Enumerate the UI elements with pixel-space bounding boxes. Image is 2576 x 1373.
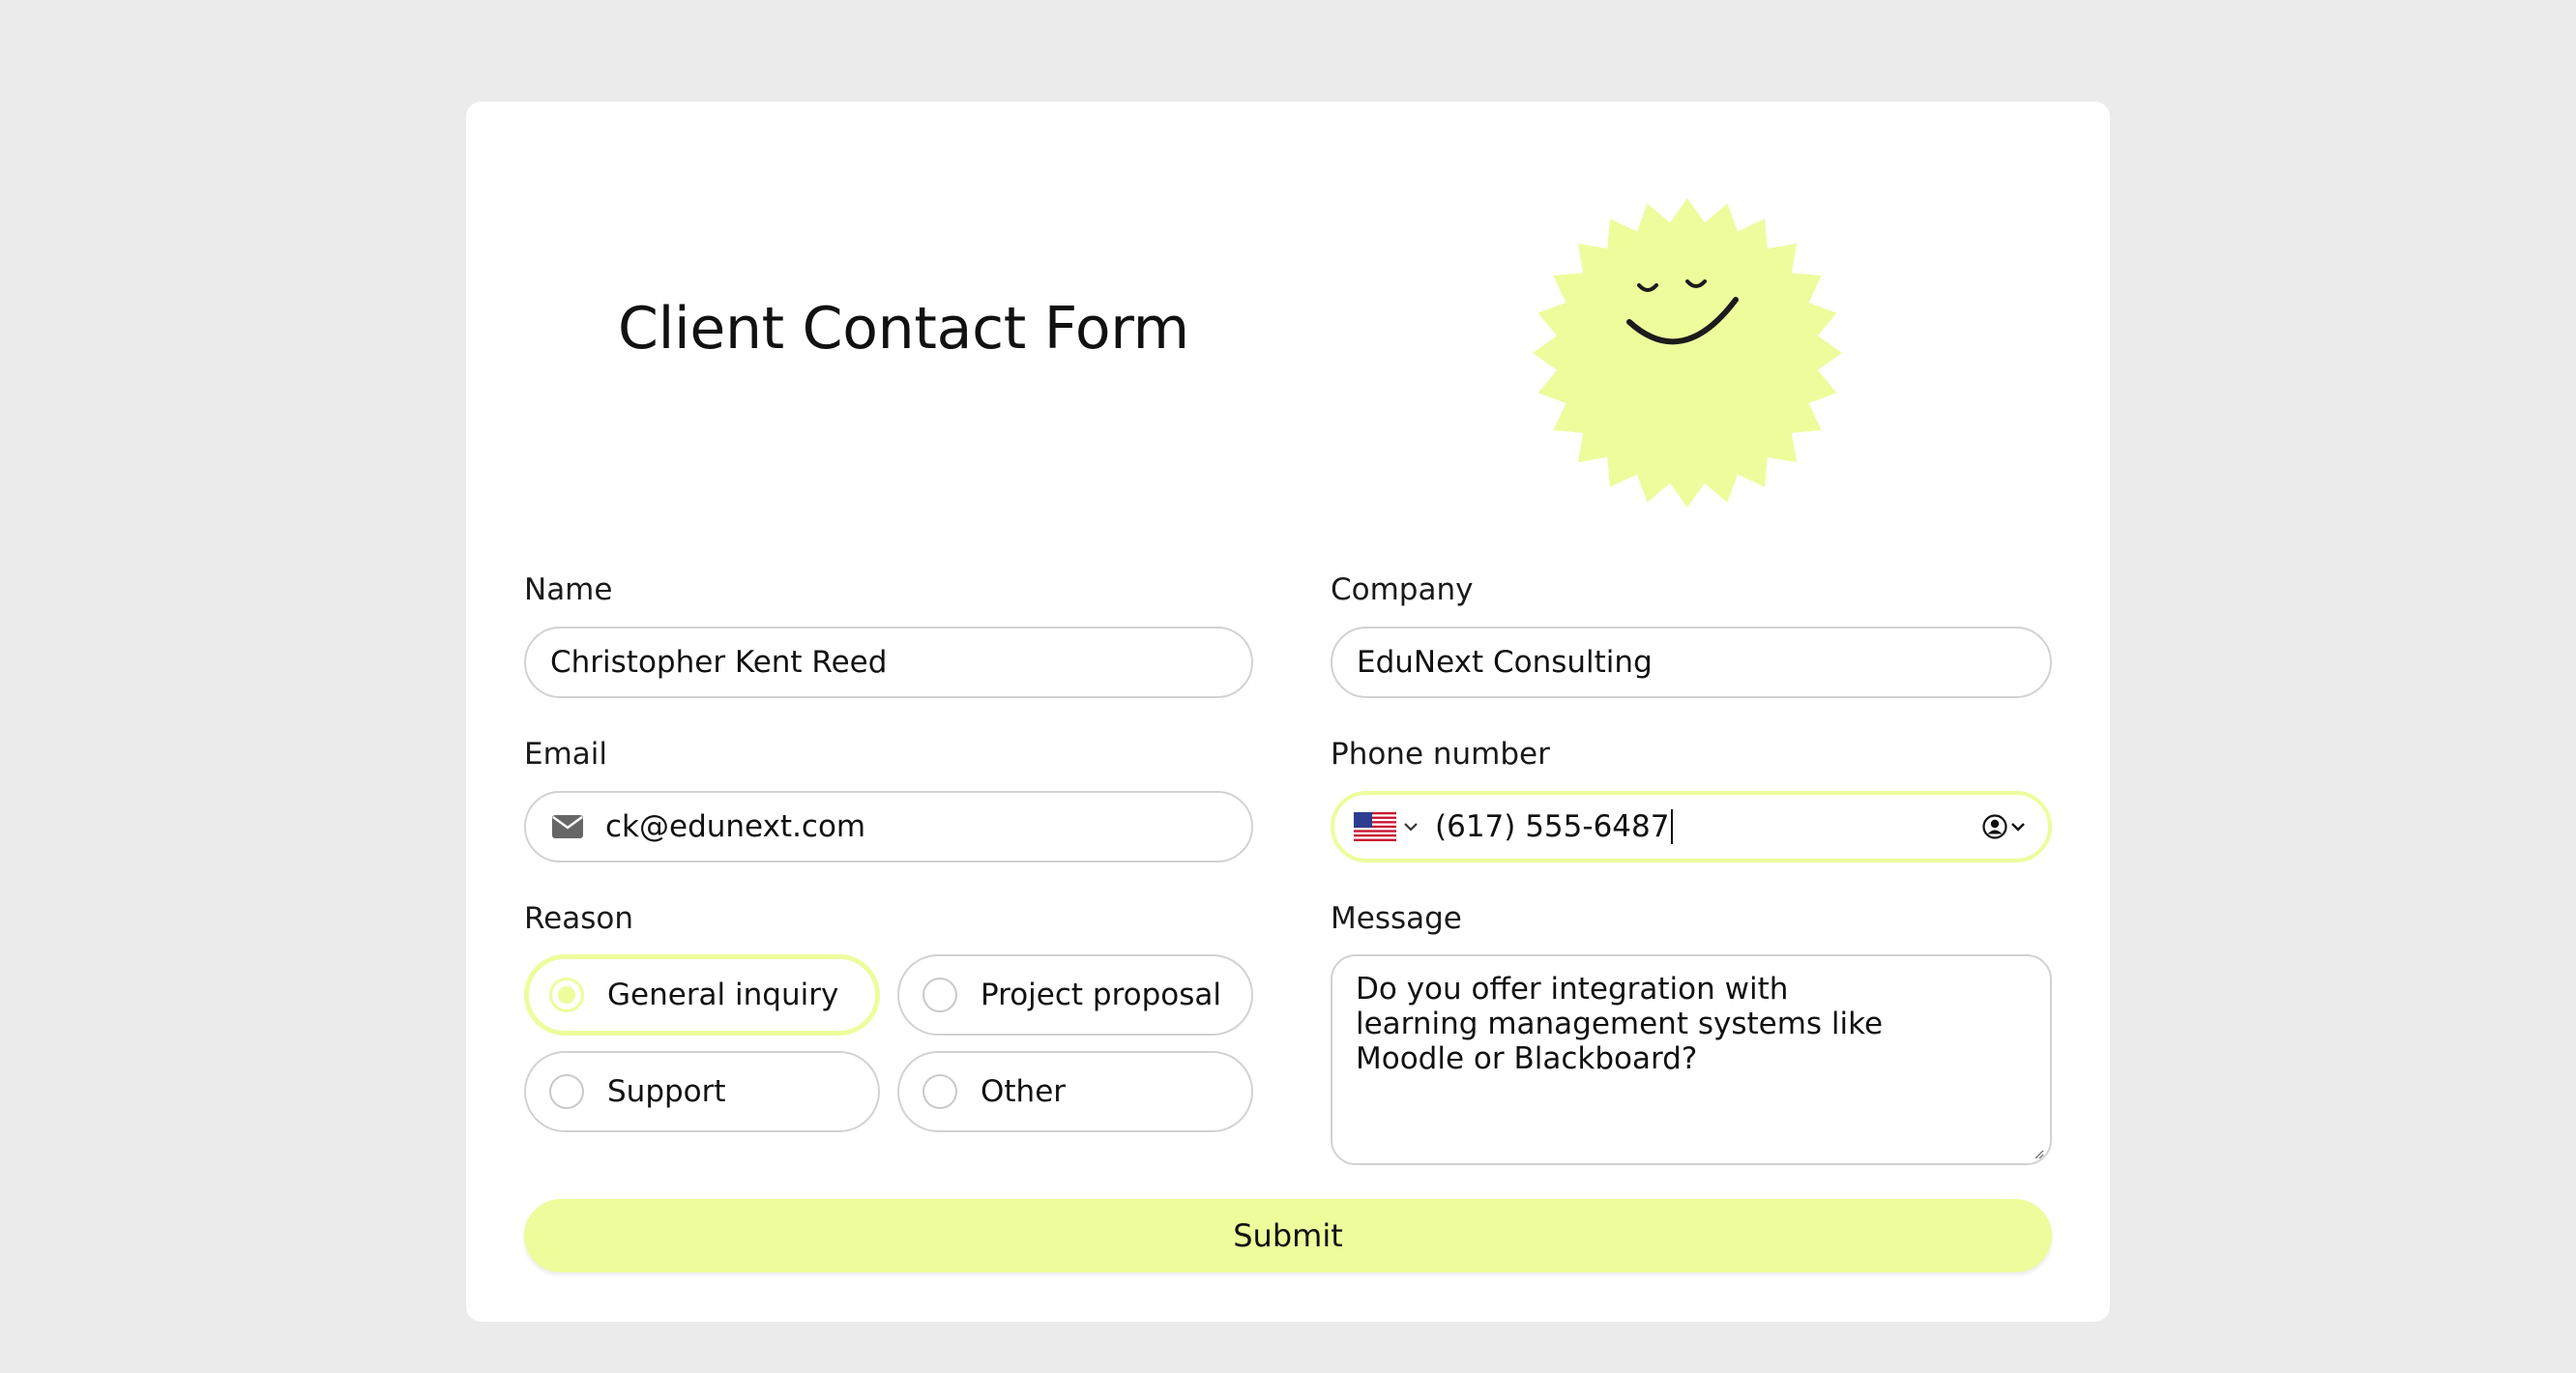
resize-handle-icon[interactable] — [2033, 1148, 2044, 1159]
radio-label: Other — [981, 1074, 1067, 1109]
message-textarea[interactable]: Do you offer integration with learning m… — [1331, 954, 2052, 1165]
envelope-icon — [552, 815, 583, 838]
contact-form-card: Client Contact Form Name Christopher Ken… — [466, 102, 2110, 1322]
smiling-sun-icon — [1533, 198, 1842, 508]
message-label: Message — [1331, 901, 1462, 936]
radio-label: General inquiry — [607, 978, 839, 1012]
phone-value: (617) 555-6487 — [1435, 809, 1670, 844]
company-field[interactable]: EduNext Consulting — [1331, 627, 2052, 698]
us-flag-icon — [1354, 812, 1396, 841]
contact-picker-icon — [1982, 814, 2007, 839]
radio-button[interactable] — [549, 978, 584, 1012]
reason-option-general-inquiry[interactable]: General inquiry — [524, 954, 880, 1036]
radio-button[interactable] — [549, 1074, 584, 1109]
email-value: ck@edunext.com — [605, 809, 866, 844]
message-value: Do you offer integration with learning m… — [1356, 972, 1884, 1076]
email-label: Email — [524, 737, 608, 772]
radio-button[interactable] — [922, 1074, 957, 1109]
text-cursor — [1671, 809, 1674, 844]
company-label: Company — [1331, 572, 1474, 607]
radio-label: Support — [607, 1074, 726, 1109]
radio-button[interactable] — [922, 978, 957, 1012]
country-selector[interactable] — [1354, 812, 1420, 841]
chevron-down-icon — [2011, 823, 2025, 832]
company-value: EduNext Consulting — [1357, 645, 1653, 680]
email-field[interactable]: ck@edunext.com — [524, 791, 1253, 862]
phone-label: Phone number — [1331, 737, 1550, 772]
reason-option-other[interactable]: Other — [897, 1051, 1253, 1132]
page-title: Client Contact Form — [618, 295, 1189, 363]
name-label: Name — [524, 572, 613, 607]
name-value: Christopher Kent Reed — [550, 645, 888, 680]
submit-button[interactable]: Submit — [524, 1199, 2052, 1272]
contact-picker-button[interactable] — [1982, 814, 2027, 839]
chevron-down-icon — [1404, 823, 1418, 832]
name-field[interactable]: Christopher Kent Reed — [524, 627, 1253, 698]
reason-label: Reason — [524, 901, 633, 936]
phone-field[interactable]: (617) 555-6487 — [1331, 791, 2052, 862]
reason-option-project-proposal[interactable]: Project proposal — [897, 954, 1253, 1036]
radio-label: Project proposal — [981, 978, 1222, 1012]
reason-option-support[interactable]: Support — [524, 1051, 880, 1132]
